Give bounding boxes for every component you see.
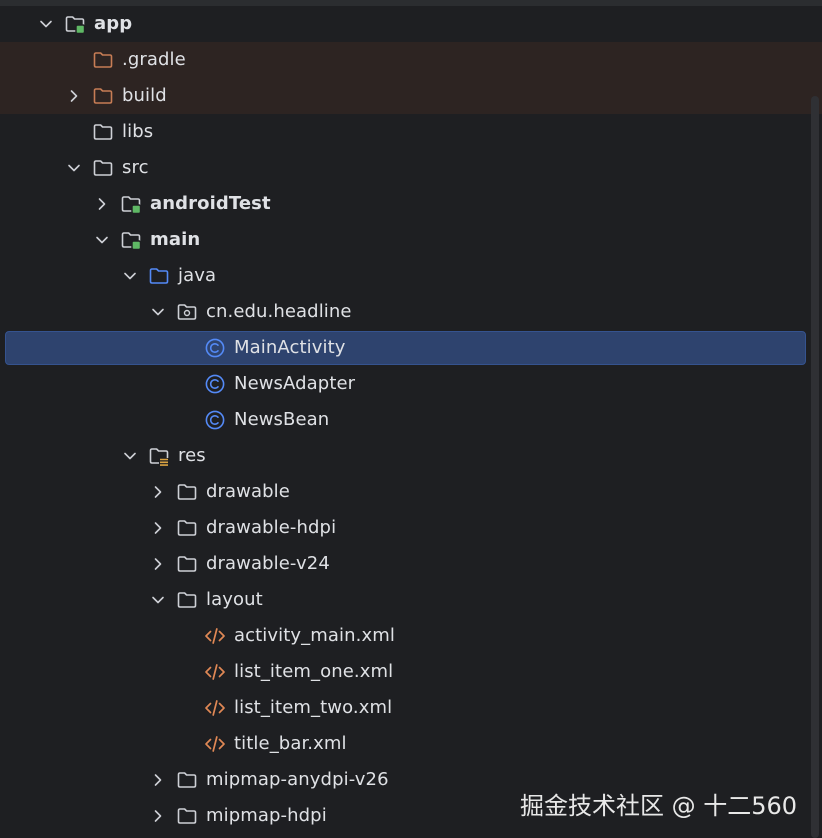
tree-row-libs[interactable]: libs (0, 114, 822, 150)
xml-file-icon (204, 661, 226, 683)
tree-row-res[interactable]: res (0, 438, 822, 474)
tree-row-java[interactable]: java (0, 258, 822, 294)
folder-icon (176, 553, 198, 575)
class-icon (204, 337, 226, 359)
tree-row-label: java (178, 265, 217, 286)
tree-row-main[interactable]: main (0, 222, 822, 258)
tree-row-src[interactable]: src (0, 150, 822, 186)
tree-row-label: NewsAdapter (234, 373, 356, 394)
tree-row-androidtest[interactable]: androidTest (0, 186, 822, 222)
tree-row-app[interactable]: app (0, 6, 822, 42)
chevron-down-icon[interactable] (122, 268, 138, 284)
tree-row-label: build (122, 85, 167, 106)
folder-icon (176, 589, 198, 611)
class-icon (204, 373, 226, 395)
tree-row-label: .gradle (122, 49, 186, 70)
chevron-right-icon[interactable] (66, 88, 82, 104)
tree-row-label: res (178, 445, 206, 466)
excluded-folder-icon (92, 85, 114, 107)
resources-folder-icon (148, 445, 170, 467)
chevron-down-icon[interactable] (38, 16, 54, 32)
chevron-right-icon[interactable] (150, 484, 166, 500)
chevron-right-icon[interactable] (150, 556, 166, 572)
module-folder-icon (120, 229, 142, 251)
tree-row-label: src (122, 157, 149, 178)
class-icon (204, 409, 226, 431)
chevron-down-icon[interactable] (122, 448, 138, 464)
chevron-right-icon[interactable] (150, 520, 166, 536)
chevron-right-icon[interactable] (150, 772, 166, 788)
tree-row-drawable-v24[interactable]: drawable-v24 (0, 546, 822, 582)
xml-file-icon (204, 733, 226, 755)
tree-row-title-bar[interactable]: title_bar.xml (0, 726, 822, 762)
chevron-right-icon[interactable] (150, 808, 166, 824)
tree-row-label: cn.edu.headline (206, 301, 352, 322)
project-tree: app .gradle build libs src androidTest main jav… (0, 6, 822, 834)
tree-row-label: libs (122, 121, 154, 142)
folder-icon (176, 517, 198, 539)
tree-row-label: MainActivity (234, 337, 346, 358)
folder-icon (176, 805, 198, 827)
tree-row-label: mipmap-hdpi (206, 805, 327, 826)
tree-row-newsbean[interactable]: NewsBean (0, 402, 822, 438)
tree-row-label: drawable (206, 481, 290, 502)
tree-row-label: list_item_one.xml (234, 661, 394, 682)
tree-row-package[interactable]: cn.edu.headline (0, 294, 822, 330)
tree-row-gradle[interactable]: .gradle (0, 42, 822, 78)
tree-row-list-item-one[interactable]: list_item_one.xml (0, 654, 822, 690)
tree-row-label: app (94, 13, 133, 34)
tree-row-label: title_bar.xml (234, 733, 347, 754)
vertical-scrollbar[interactable] (811, 96, 819, 838)
tree-row-label: androidTest (150, 193, 271, 214)
module-folder-icon (120, 193, 142, 215)
tree-row-build[interactable]: build (0, 78, 822, 114)
tree-row-activity-main[interactable]: activity_main.xml (0, 618, 822, 654)
chevron-down-icon[interactable] (150, 592, 166, 608)
tree-row-label: activity_main.xml (234, 625, 395, 646)
tree-row-label: main (150, 229, 201, 250)
tree-row-label: mipmap-anydpi-v26 (206, 769, 389, 790)
tree-row-label: list_item_two.xml (234, 697, 393, 718)
chevron-right-icon[interactable] (94, 196, 110, 212)
package-icon (176, 301, 198, 323)
excluded-folder-icon (92, 49, 114, 71)
xml-file-icon (204, 625, 226, 647)
tree-row-label: NewsBean (234, 409, 330, 430)
tree-row-newsadapter[interactable]: NewsAdapter (0, 366, 822, 402)
module-folder-icon (64, 13, 86, 35)
folder-icon (176, 769, 198, 791)
tree-row-label: drawable-v24 (206, 553, 330, 574)
tree-row-drawable[interactable]: drawable (0, 474, 822, 510)
tree-row-mainactivity[interactable]: MainActivity (0, 330, 822, 366)
tree-row-list-item-two[interactable]: list_item_two.xml (0, 690, 822, 726)
folder-icon (92, 157, 114, 179)
tree-row-label: layout (206, 589, 263, 610)
source-folder-icon (148, 265, 170, 287)
tree-row-label: drawable-hdpi (206, 517, 337, 538)
chevron-down-icon[interactable] (66, 160, 82, 176)
folder-icon (176, 481, 198, 503)
tree-row-layout[interactable]: layout (0, 582, 822, 618)
tree-row-drawable-hdpi[interactable]: drawable-hdpi (0, 510, 822, 546)
chevron-down-icon[interactable] (94, 232, 110, 248)
chevron-down-icon[interactable] (150, 304, 166, 320)
folder-icon (92, 121, 114, 143)
xml-file-icon (204, 697, 226, 719)
watermark: 掘金技术社区 @ 十二560 (520, 792, 798, 820)
